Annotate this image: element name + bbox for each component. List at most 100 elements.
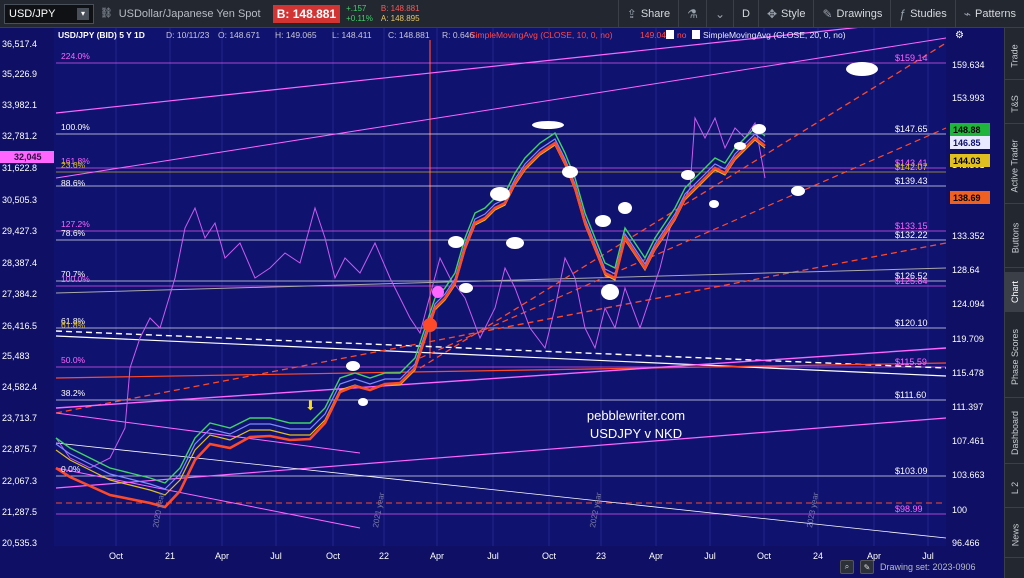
price-chart[interactable]: ⬇ USD/JPY (BID) 5 Y 1D D: 10/11/23 O: 14… <box>0 17 1004 578</box>
fib-right-label: $125.84 <box>895 276 928 286</box>
pivot-marker[interactable] <box>358 398 368 406</box>
pivot-marker[interactable] <box>618 202 632 214</box>
left-current-value: 32,045 <box>14 152 42 162</box>
side-tab-t-s[interactable]: T&S <box>1005 84 1024 124</box>
right-axis-label: 103.663 <box>952 470 985 480</box>
watermark-title: USDJPY v NKD <box>590 426 682 441</box>
pivot-marker[interactable] <box>459 283 473 293</box>
sma10-swatch <box>666 30 674 39</box>
side-tab-active-trader[interactable]: Active Trader <box>1005 128 1024 204</box>
side-tab-news[interactable]: News <box>1005 512 1024 558</box>
link-icon[interactable]: ⛓ <box>100 8 113 19</box>
left-axis-label: 32,781.2 <box>2 131 37 141</box>
x-axis-label: 21 <box>165 551 175 561</box>
pivot-marker[interactable] <box>346 361 360 371</box>
right-axis-label: 128.64 <box>952 265 980 275</box>
magnifier-icon[interactable]: ⌕ <box>840 560 854 574</box>
x-axis-label: Jul <box>487 551 499 561</box>
x-axis-label: Oct <box>757 551 772 561</box>
fib-right-label: $142.07 <box>895 162 928 172</box>
side-tab-label: News <box>1010 523 1021 546</box>
left-axis-label: 28,387.4 <box>2 258 37 268</box>
side-tab-phase-scores[interactable]: Phase Scores <box>1005 316 1024 398</box>
side-tab-chart[interactable]: Chart <box>1005 272 1024 312</box>
pivot-marker[interactable] <box>846 62 878 76</box>
highlight-dot[interactable] <box>432 286 444 298</box>
symbol-dropdown-icon[interactable]: ▾ <box>77 7 89 20</box>
side-tab-buttons[interactable]: Buttons <box>1005 208 1024 268</box>
expand-button[interactable]: ⌄ <box>705 0 733 28</box>
studies-icon: ƒ <box>899 6 907 21</box>
side-tab-bar: Trade T&S Active Trader Buttons Chart Phase S… <box>1004 28 1024 578</box>
pivot-marker[interactable] <box>709 200 719 208</box>
x-axis-label: Jul <box>270 551 282 561</box>
patterns-button[interactable]: ⌁ Patterns <box>954 0 1024 28</box>
watermark-site: pebblewriter.com <box>587 408 685 423</box>
left-axis-label: 36,517.4 <box>2 39 37 49</box>
share-icon: ⇪ <box>626 6 637 21</box>
pivot-marker[interactable] <box>595 215 611 227</box>
x-axis-label: Jul <box>704 551 716 561</box>
chart-canvas[interactable]: ⬇ USD/JPY (BID) 5 Y 1D D: 10/11/23 O: 14… <box>0 17 1004 578</box>
studies-button[interactable]: ƒ Studies <box>890 0 954 28</box>
share-button[interactable]: ⇪ Share <box>617 0 678 28</box>
right-axis-label: 111.397 <box>952 402 983 412</box>
pivot-marker[interactable] <box>532 121 564 129</box>
side-tab-l-2[interactable]: L 2 <box>1005 468 1024 508</box>
highlight-dot[interactable] <box>423 318 437 332</box>
pivot-marker[interactable] <box>506 237 524 249</box>
pivot-marker[interactable] <box>562 166 578 178</box>
fib-left-label: 23.6% <box>61 160 86 170</box>
pivot-marker[interactable] <box>448 236 464 248</box>
side-tab-label: Phase Scores <box>1010 328 1020 385</box>
pivot-marker[interactable] <box>752 124 766 134</box>
bid-price-badge: B: 148.881 <box>272 4 341 23</box>
chart-header-open: O: 148.671 <box>218 30 260 40</box>
right-axis-label: 115.478 <box>952 368 984 378</box>
drawings-button[interactable]: ✎ Drawings <box>813 0 890 28</box>
symbol-value: USD/JPY <box>9 7 56 20</box>
thinkorswim-window: USD/JPY ▾ ⛓ USDollar/Japanese Yen Spot B… <box>0 0 1024 578</box>
bid-ask-readout: B: 148.881 A: 148.895 <box>380 3 420 23</box>
x-axis-label: Apr <box>215 551 229 561</box>
chart-settings-icon[interactable]: ⚙ <box>955 30 964 41</box>
flask-button[interactable]: ⚗ <box>678 0 706 28</box>
symbol-description: USDollar/Japanese Yen Spot <box>118 7 261 20</box>
left-axis-label: 29,427.3 <box>2 226 37 236</box>
side-tab-label: Dashboard <box>1010 410 1020 455</box>
side-tab-label: L 2 <box>1010 481 1020 494</box>
aggregation-button[interactable]: D <box>733 0 758 28</box>
pivot-marker[interactable] <box>490 187 510 201</box>
fib-left-label: 38.2% <box>61 388 86 398</box>
fib-left-label: 100.0% <box>61 274 90 284</box>
right-axis-label: 100 <box>952 505 967 515</box>
sma20-swatch <box>692 30 700 39</box>
fib-left-label: 0.0% <box>61 464 81 474</box>
left-axis-label: 22,067.3 <box>2 476 37 486</box>
pivot-marker[interactable] <box>681 170 695 180</box>
fib-right-label: $103.09 <box>895 466 928 476</box>
left-axis-label: 30,505.3 <box>2 195 37 205</box>
right-axis-label: 159.634 <box>952 60 985 70</box>
style-button[interactable]: ✥ Style <box>757 0 814 28</box>
symbol-input[interactable]: USD/JPY ▾ <box>4 3 94 24</box>
x-axis-label: Apr <box>430 551 444 561</box>
patterns-icon: ⌁ <box>963 6 972 21</box>
right-axis-label: 133.352 <box>952 231 985 241</box>
x-axis-label: Oct <box>542 551 557 561</box>
left-axis-label: 23,713.7 <box>2 413 37 423</box>
drawing-set-label[interactable]: Drawing set: 2023-0906 <box>880 562 976 572</box>
fib-left-label: 78.6% <box>61 228 86 238</box>
pivot-marker[interactable] <box>791 186 805 196</box>
side-tab-dashboard[interactable]: Dashboard <box>1005 402 1024 464</box>
fib-right-label: $132.22 <box>895 230 928 240</box>
chart-header-symbol: USD/JPY (BID) 5 Y 1D <box>58 30 145 40</box>
right-axis-label: 124.094 <box>952 299 985 309</box>
fib-right-label: $111.60 <box>895 390 926 400</box>
left-axis-label: 25,483 <box>2 351 30 361</box>
pencil-status-icon[interactable]: ✎ <box>860 560 874 574</box>
pivot-marker[interactable] <box>734 142 746 150</box>
side-tab-trade[interactable]: Trade <box>1005 32 1024 80</box>
left-axis-label: 20,535.3 <box>2 538 37 548</box>
pivot-marker[interactable] <box>601 284 619 300</box>
